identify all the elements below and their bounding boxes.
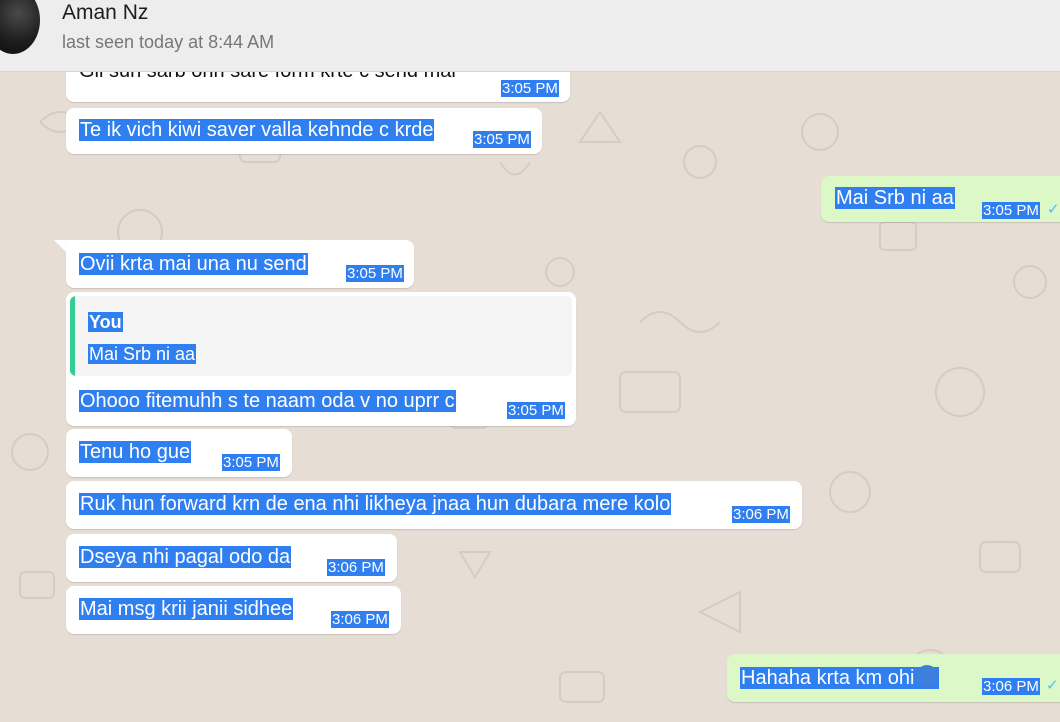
message-time: 3:06 PM: [327, 559, 385, 576]
incoming-message[interactable]: Ruk hun forward krn de ena nhi likheya j…: [66, 481, 802, 529]
incoming-message[interactable]: Te ik vich kiwi saver valla kehnde c krd…: [66, 108, 542, 154]
message-text: Ovii krta mai una nu send: [79, 253, 308, 275]
incoming-message[interactable]: Tenu ho gue 3:05 PM: [66, 429, 292, 477]
message-text: Mai msg krii janii sidhee: [79, 598, 294, 620]
message-time: 3:06 PM: [982, 678, 1040, 695]
message-time: 3:06 PM: [331, 611, 389, 628]
incoming-message[interactable]: Dseya nhi pagal odo da 3:06 PM: [66, 534, 397, 582]
read-receipt-icon: ✓✓: [1046, 677, 1060, 694]
message-time: 3:05 PM: [222, 454, 280, 471]
avatar[interactable]: [0, 0, 40, 54]
message-text: Ohooo fitemuhh s te naam oda v no uprr c: [79, 390, 456, 412]
incoming-message[interactable]: Mai msg krii janii sidhee 3:06 PM: [66, 586, 401, 634]
quote-accent-bar: [70, 296, 75, 376]
message-text: Dseya nhi pagal odo da: [79, 546, 292, 568]
outgoing-message[interactable]: Mai Srb ni aa 3:05 PM ✓✓: [821, 176, 1060, 222]
incoming-message[interactable]: Gll sun sarb ohh sare form krte c send m…: [66, 72, 570, 102]
quoted-message[interactable]: You Mai Srb ni aa: [70, 296, 572, 376]
message-text: Ruk hun forward krn de ena nhi likheya j…: [79, 493, 672, 515]
message-time: 3:05 PM: [507, 402, 565, 419]
message-time: 3:05 PM: [982, 202, 1040, 219]
quote-author: You: [88, 312, 123, 332]
chat-header: Aman Nz last seen today at 8:44 AM: [0, 0, 1060, 72]
message-time: 3:05 PM: [346, 265, 404, 282]
message-text: Tenu ho gue: [79, 441, 192, 463]
incoming-message-with-quote[interactable]: You Mai Srb ni aa Ohooo fitemuhh s te na…: [66, 292, 576, 426]
read-receipt-icon: ✓✓: [1047, 201, 1060, 218]
quote-text: Mai Srb ni aa: [88, 344, 197, 364]
message-text: Te ik vich kiwi saver valla kehnde c krd…: [79, 119, 435, 141]
outgoing-message[interactable]: Hahaha krta km ohi 3:06 PM ✓✓: [727, 654, 1060, 702]
last-seen-status: last seen today at 8:44 AM: [62, 32, 275, 52]
message-time: 3:05 PM: [501, 80, 559, 97]
contact-name[interactable]: Aman Nz: [62, 1, 148, 25]
message-time: 3:06 PM: [732, 506, 790, 523]
rofl-emoji-icon: [916, 665, 939, 687]
message-text: Gll sun sarb ohh sare form krte c send m…: [79, 72, 456, 82]
message-text: Hahaha krta km ohi: [741, 667, 915, 689]
message-time: 3:05 PM: [473, 131, 531, 148]
incoming-message[interactable]: Ovii krta mai una nu send 3:05 PM: [66, 240, 414, 288]
message-text: Mai Srb ni aa: [835, 187, 955, 209]
message-list[interactable]: Gll sun sarb ohh sare form krte c send m…: [0, 72, 1060, 722]
